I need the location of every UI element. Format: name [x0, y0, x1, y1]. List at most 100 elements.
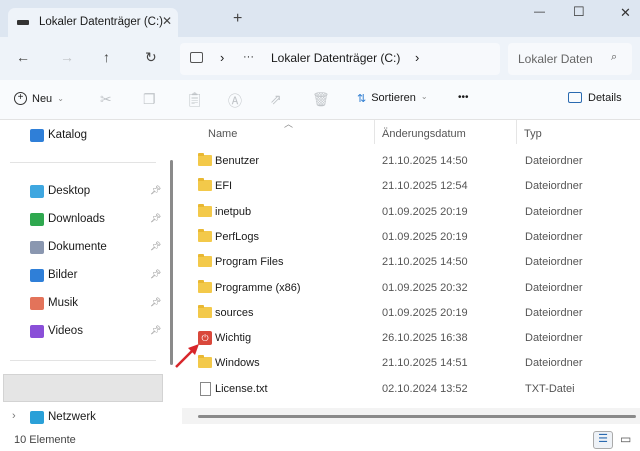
folder-icon: [198, 153, 212, 166]
breadcrumb-current[interactable]: Lokaler Datenträger (C:): [271, 51, 400, 65]
folder-icon: [198, 178, 212, 192]
file-name: PerfLogs: [215, 230, 260, 243]
sidebar-item-label: Musik: [48, 297, 79, 309]
file-name: Program Files: [215, 256, 284, 269]
downloads-icon: [30, 212, 44, 226]
horizontal-scrollbar[interactable]: [182, 408, 640, 424]
pin-icon[interactable]: 📌︎: [150, 185, 161, 196]
details-button[interactable]: Details: [568, 92, 622, 104]
tab-active[interactable]: Lokaler Datenträger (C:) ✕: [8, 8, 178, 38]
share-icon[interactable]: ⇗: [270, 91, 282, 108]
search-box[interactable]: Lokaler Daten ⌕: [508, 43, 632, 75]
divider: [10, 360, 156, 361]
sidebar-item-downloads[interactable]: Downloads: [30, 208, 105, 230]
sidebar-item-desktop[interactable]: Desktop: [30, 180, 90, 202]
sidebar-item-dokumente[interactable]: Dokumente: [30, 236, 107, 258]
file-row[interactable]: Benutzer 21.10.2025 14:50 Dateiordner: [180, 150, 640, 174]
file-row[interactable]: inetpub 01.09.2025 20:19 Dateiordner: [180, 201, 640, 225]
status-bar: 10 Elemente ☰ ▭: [0, 428, 640, 451]
cut-icon[interactable]: ✂: [100, 91, 112, 108]
details-view-button[interactable]: ☰: [593, 431, 613, 449]
pin-icon[interactable]: 📌︎: [150, 297, 161, 308]
minimize-button[interactable]: —: [534, 6, 545, 18]
up-icon[interactable]: ↑: [103, 49, 110, 65]
chevron-icon[interactable]: ›: [415, 50, 419, 65]
pin-icon[interactable]: 📌︎: [150, 269, 161, 280]
sidebar-item-netzwerk[interactable]: Netzwerk: [30, 406, 96, 428]
file-type: Dateiordner: [525, 205, 583, 218]
sidebar-item-bilder[interactable]: Bilder: [30, 264, 77, 286]
file-type: Dateiordner: [525, 306, 583, 319]
file-type: Dateiordner: [525, 256, 583, 269]
file-type: Dateiordner: [525, 332, 583, 345]
more-button[interactable]: •••: [458, 92, 469, 103]
file-row[interactable]: Program Files 21.10.2025 14:50 Dateiordner: [180, 251, 640, 275]
selected-highlight: [3, 374, 163, 402]
sort-button[interactable]: ⇅ Sortieren ⌄: [357, 92, 428, 105]
file-name: Windows: [215, 357, 260, 370]
column-header-date[interactable]: Änderungsdatum: [382, 128, 466, 140]
sidebar-item-label: Videos: [48, 325, 83, 337]
file-name: Wichtig: [215, 332, 252, 345]
sort-label: Sortieren: [371, 92, 416, 104]
file-date: 01.09.2025 20:19: [382, 205, 468, 218]
pin-icon[interactable]: 📌︎: [150, 241, 161, 252]
tiles-view-button[interactable]: ▭: [620, 432, 631, 446]
address-row: ← → ↑ ↻ › ··· Lokaler Datenträger (C:) ›…: [0, 37, 640, 80]
folder-icon: [198, 254, 212, 268]
file-row[interactable]: ⏻ Wichtig 26.10.2025 16:38 Dateiordner: [180, 327, 640, 351]
nav-scrollbar[interactable]: [170, 160, 173, 365]
sidebar-item-katalog[interactable]: Katalog: [30, 124, 87, 146]
sidebar-item-videos[interactable]: Videos: [30, 320, 83, 342]
refresh-icon[interactable]: ↻: [145, 49, 157, 66]
file-row[interactable]: sources 01.09.2025 20:19 Dateiordner: [180, 302, 640, 326]
chevron-down-icon: ⌄: [420, 92, 428, 101]
bilder-icon: [30, 268, 44, 282]
file-row[interactable]: Windows 21.10.2025 14:51 Dateiordner: [180, 352, 640, 376]
sidebar-item-label: Bilder: [48, 269, 78, 281]
file-row[interactable]: Programme (x86) 01.09.2025 20:32 Dateiordn…: [180, 277, 640, 301]
sidebar-item-musik[interactable]: Musik: [30, 292, 78, 314]
file-row[interactable]: PerfLogs 01.09.2025 20:19 Dateiordner: [180, 226, 640, 250]
red-arrow-annotation: [175, 344, 199, 368]
dokumente-icon: [30, 240, 44, 254]
column-divider[interactable]: [516, 120, 517, 144]
file-date: 21.10.2025 14:51: [382, 357, 468, 370]
drive-icon: [17, 20, 29, 25]
close-tab-icon[interactable]: ✕: [162, 14, 172, 28]
column-header-type[interactable]: Typ: [524, 128, 542, 140]
file-type: Dateiordner: [525, 357, 583, 370]
paste-icon[interactable]: 📋︎: [186, 91, 204, 108]
back-icon[interactable]: ←: [16, 49, 30, 65]
file-date: 02.10.2024 13:52: [382, 382, 468, 395]
column-divider[interactable]: [374, 120, 375, 144]
file-date: 01.09.2025 20:19: [382, 306, 468, 319]
details-pane-icon: [568, 92, 582, 103]
file-name: sources: [215, 306, 254, 319]
file-name: Programme (x86): [215, 281, 301, 294]
musik-icon: [30, 296, 44, 310]
address-bar[interactable]: › ··· Lokaler Datenträger (C:) ›: [180, 43, 500, 75]
navigation-pane: Katalog Desktop 📌︎ Downloads 📌︎ Dokumente 📌︎ Bi…: [0, 120, 178, 428]
column-header-name[interactable]: Name: [208, 128, 237, 140]
expand-chevron-icon[interactable]: ›: [12, 410, 16, 422]
delete-icon[interactable]: 🗑︎: [312, 91, 330, 108]
sidebar-item-label: Downloads: [48, 213, 105, 225]
rename-icon[interactable]: Ⓐ: [228, 91, 242, 111]
plus-circle-icon: +: [14, 92, 27, 105]
tab-title: Lokaler Datenträger (C:): [39, 16, 163, 28]
folder-icon: [198, 304, 212, 318]
forward-icon[interactable]: →: [60, 49, 74, 65]
file-row[interactable]: License.txt 02.10.2024 13:52 TXT-Datei: [180, 378, 640, 402]
new-tab-button[interactable]: +: [233, 10, 242, 28]
maximize-button[interactable]: ☐: [573, 4, 585, 20]
pin-icon[interactable]: 📌︎: [150, 325, 161, 336]
file-row[interactable]: EFI 21.10.2025 12:54 Dateiordner: [180, 175, 640, 199]
copy-icon[interactable]: ❐: [143, 91, 156, 108]
breadcrumb-more[interactable]: ···: [243, 51, 254, 63]
search-icon: ⌕: [611, 51, 618, 63]
pin-icon[interactable]: 📌︎: [150, 213, 161, 224]
new-button[interactable]: + Neu ⌄: [14, 92, 64, 105]
file-date: 01.09.2025 20:19: [382, 230, 468, 243]
close-window-button[interactable]: ✕: [620, 5, 631, 21]
